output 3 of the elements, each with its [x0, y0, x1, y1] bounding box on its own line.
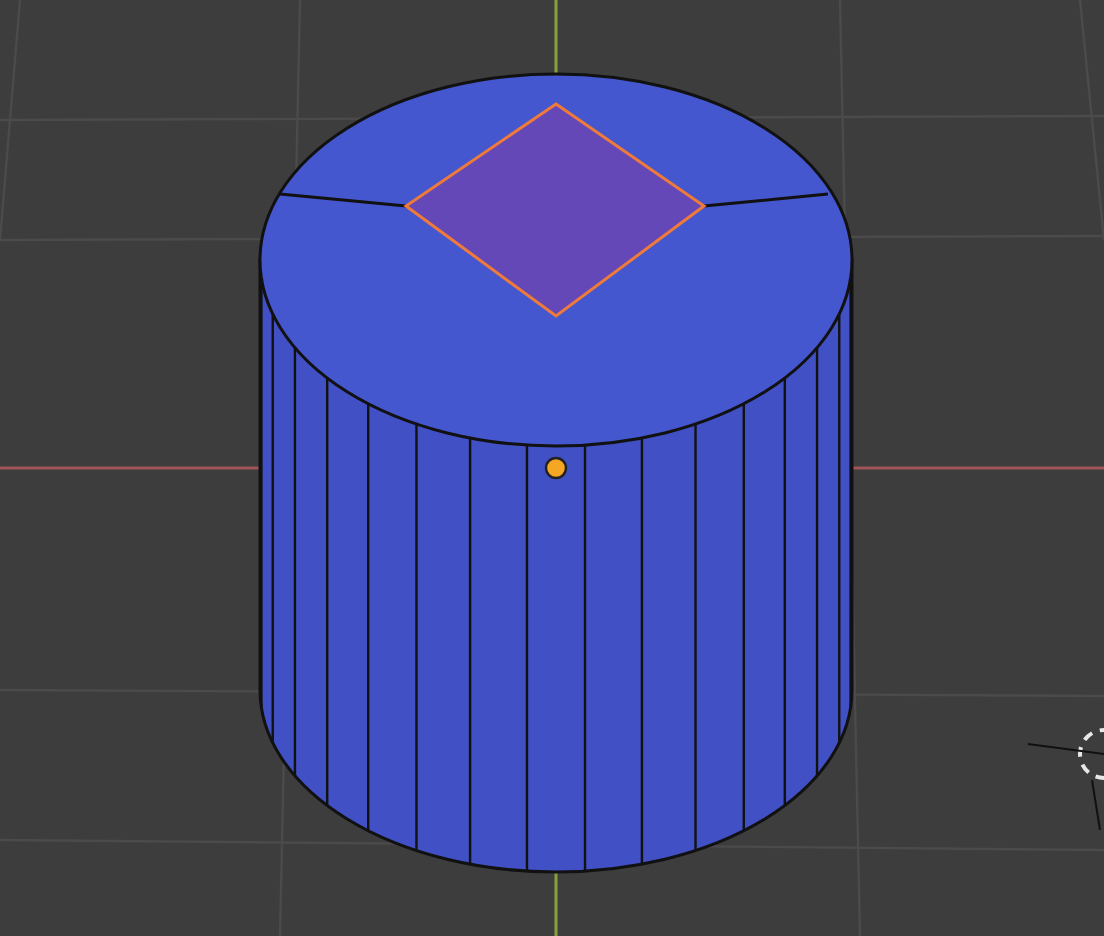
selected-face[interactable] [403, 102, 707, 318]
cursor-icon [1027, 728, 1104, 831]
origin-dot [544, 456, 568, 480]
